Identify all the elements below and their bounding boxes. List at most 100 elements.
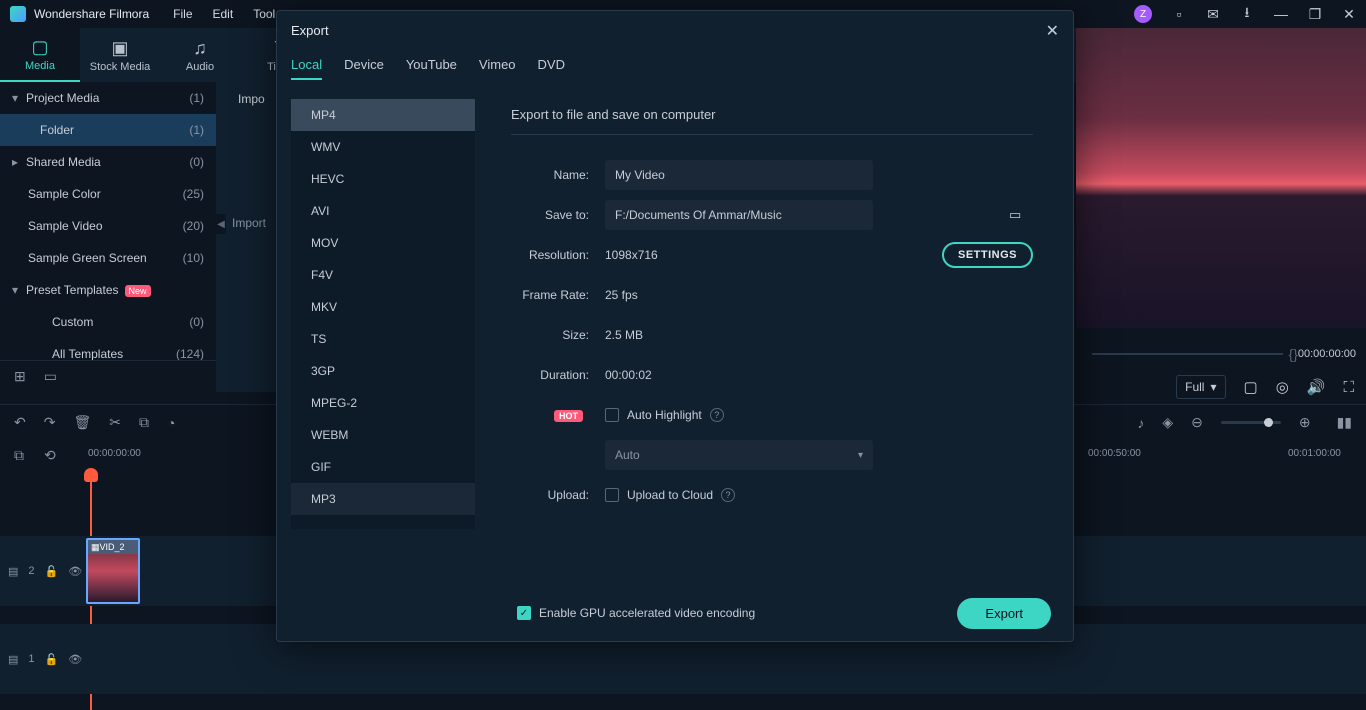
titlebar-right: Z ▫ ✉ ⭳ — ❐ ✕ — [1134, 5, 1356, 23]
folder-icon: ▢ — [31, 37, 48, 58]
lock-icon[interactable]: 🔓 — [45, 565, 59, 578]
video-clip[interactable]: ▦VID_2 — [86, 538, 140, 604]
sidebar-sample-video[interactable]: Sample Video(20) — [0, 210, 216, 242]
upload-checkbox[interactable] — [605, 488, 619, 502]
sidebar-bottom-tools: ⊞ ▭ — [0, 360, 216, 392]
delete-icon[interactable]: 🗑 — [73, 414, 91, 431]
zoom-in-icon[interactable]: ⊕ — [1299, 414, 1311, 431]
sidebar-custom[interactable]: Custom(0) — [0, 306, 216, 338]
format-gif[interactable]: GIF — [291, 451, 475, 483]
close-icon[interactable]: ✕ — [1342, 7, 1356, 21]
gpu-checkbox[interactable]: ✓ — [517, 606, 531, 620]
visibility-icon[interactable]: 👁 — [68, 653, 82, 666]
sidebar-shared-media[interactable]: ▸Shared Media(0) — [0, 146, 216, 178]
format-hevc[interactable]: HEVC — [291, 163, 475, 195]
settings-button[interactable]: SETTINGS — [942, 242, 1033, 268]
track-menu-icon[interactable]: ▤ — [8, 565, 18, 578]
preview-video[interactable] — [1076, 28, 1366, 328]
format-mov[interactable]: MOV — [291, 227, 475, 259]
export-tabs: Local Device YouTube Vimeo DVD — [291, 57, 565, 80]
format-wmv[interactable]: WMV — [291, 131, 475, 163]
tab-local[interactable]: Local — [291, 57, 322, 80]
autohighlight-checkbox[interactable] — [605, 408, 619, 422]
caret-down-icon: ▾ — [12, 283, 22, 297]
format-3gp[interactable]: 3GP — [291, 355, 475, 387]
chevron-down-icon: ▾ — [1210, 380, 1216, 394]
name-input[interactable] — [605, 160, 873, 190]
save-icon[interactable]: ▫ — [1172, 7, 1186, 21]
sidebar-sample-green-screen[interactable]: Sample Green Screen(10) — [0, 242, 216, 274]
timeline-options-icon[interactable]: ⧉ — [14, 447, 24, 464]
ruler-tick: 00:00:00:00 — [88, 448, 141, 459]
resolution-label: Resolution: — [511, 248, 605, 262]
gpu-label: Enable GPU accelerated video encoding — [539, 606, 755, 620]
user-avatar[interactable]: Z — [1134, 5, 1152, 23]
new-folder-icon[interactable]: ⊞ — [14, 368, 26, 385]
maximize-icon[interactable]: ❐ — [1308, 7, 1322, 21]
music-icon: ♫ — [193, 38, 207, 59]
volume-icon[interactable]: 🔊 — [1307, 378, 1326, 396]
row-autohighlight: HOT Auto Highlight ? — [511, 395, 1033, 435]
visibility-icon[interactable]: 👁 — [68, 565, 82, 578]
format-mpeg2[interactable]: MPEG-2 — [291, 387, 475, 419]
dialog-footer: ✓ Enable GPU accelerated video encoding … — [277, 585, 1073, 641]
stock-icon: ▣ — [111, 38, 128, 59]
fullscreen-icon[interactable]: ⛶ — [1343, 379, 1354, 396]
marker-icon[interactable]: ◈ — [1162, 414, 1173, 431]
undo-icon[interactable]: ↶ — [14, 414, 26, 431]
panel-resize-handle[interactable]: ◀ — [216, 214, 226, 234]
format-webm[interactable]: WEBM — [291, 419, 475, 451]
media-sidebar: ▾Project Media(1) Folder(1) ▸Shared Medi… — [0, 82, 216, 392]
help-icon[interactable]: ? — [721, 488, 735, 502]
sidebar-preset-templates[interactable]: ▾Preset TemplatesNew — [0, 274, 216, 306]
menu-tools[interactable]: Tool — [253, 7, 275, 21]
audio-mixer-icon[interactable]: ♪ — [1137, 415, 1144, 431]
format-avi[interactable]: AVI — [291, 195, 475, 227]
zoom-out-icon[interactable]: ⊖ — [1191, 414, 1203, 431]
format-mp3[interactable]: MP3 — [291, 483, 475, 515]
redo-icon[interactable]: ↷ — [44, 414, 56, 431]
crop-icon[interactable]: ⧉ — [139, 414, 149, 431]
dialog-close-button[interactable]: ✕ — [1046, 21, 1059, 41]
lock-icon[interactable]: 🔓 — [45, 653, 59, 666]
tab-dvd[interactable]: DVD — [538, 57, 565, 80]
zoom-slider[interactable] — [1221, 421, 1281, 424]
ruler-tick: 00:01:00:00 — [1288, 448, 1341, 459]
import-button[interactable]: Impo — [238, 92, 265, 106]
format-f4v[interactable]: F4V — [291, 259, 475, 291]
saveto-input[interactable] — [605, 200, 873, 230]
dialog-title: Export — [291, 23, 329, 38]
menu-file[interactable]: File — [173, 7, 192, 21]
snapshot-icon[interactable]: ◎ — [1276, 378, 1289, 396]
tab-stock-media[interactable]: ▣ Stock Media — [80, 28, 160, 82]
zoom-fit-icon[interactable]: ▮▮ — [1337, 414, 1352, 431]
sidebar-sample-color[interactable]: Sample Color(25) — [0, 178, 216, 210]
tab-vimeo[interactable]: Vimeo — [479, 57, 516, 80]
sidebar-project-media[interactable]: ▾Project Media(1) — [0, 82, 216, 114]
menu-edit[interactable]: Edit — [213, 7, 234, 21]
download-icon[interactable]: ⭳ — [1240, 7, 1254, 21]
preview-quality-select[interactable]: Full▾ — [1176, 375, 1225, 399]
tab-media[interactable]: ▢ Media — [0, 28, 80, 82]
tab-youtube[interactable]: YouTube — [406, 57, 457, 80]
format-mp4[interactable]: MP4 — [291, 99, 475, 131]
export-button[interactable]: Export — [957, 598, 1051, 629]
mail-icon[interactable]: ✉ — [1206, 7, 1220, 21]
scrubber-track[interactable] — [1092, 353, 1283, 355]
minimize-icon[interactable]: — — [1274, 7, 1288, 21]
cut-icon[interactable]: ✂ — [109, 414, 121, 431]
auto-select[interactable]: Auto ▾ — [605, 440, 873, 470]
format-mkv[interactable]: MKV — [291, 291, 475, 323]
tab-audio[interactable]: ♫ Audio — [160, 28, 240, 82]
browse-folder-icon[interactable]: ▭ — [1009, 207, 1025, 223]
help-icon[interactable]: ? — [710, 408, 724, 422]
tab-device[interactable]: Device — [344, 57, 384, 80]
folder-open-icon[interactable]: ▭ — [44, 368, 57, 385]
sidebar-folder[interactable]: Folder(1) — [0, 114, 216, 146]
speed-icon[interactable]: ◔ — [167, 415, 175, 431]
track-menu-icon[interactable]: ▤ — [8, 653, 18, 666]
display-icon[interactable]: ▢ — [1244, 378, 1258, 396]
timeline-link-icon[interactable]: ⟲ — [44, 447, 56, 464]
format-ts[interactable]: TS — [291, 323, 475, 355]
zoom-knob[interactable] — [1264, 418, 1273, 427]
